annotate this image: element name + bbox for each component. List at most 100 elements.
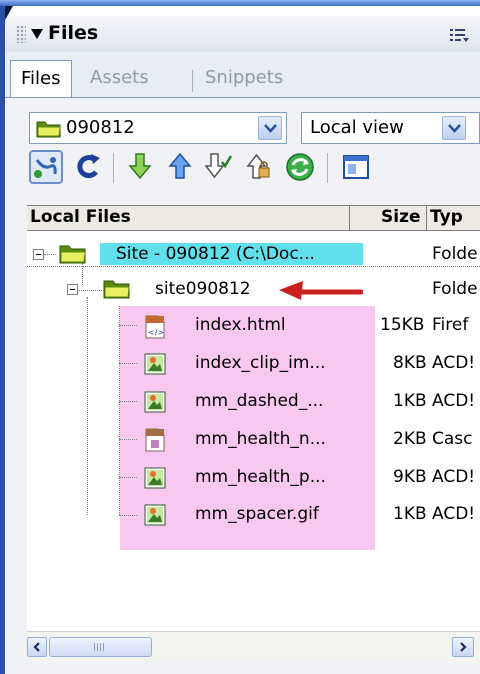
file-size: 2KB xyxy=(393,429,427,449)
collapse-toggle[interactable] xyxy=(67,284,78,295)
check-in-icon xyxy=(246,153,270,179)
image-file-icon xyxy=(144,504,166,526)
collapse-triangle-icon[interactable] xyxy=(31,29,43,39)
grip-icon xyxy=(94,643,104,651)
check-out-button[interactable] xyxy=(201,150,235,184)
file-name[interactable]: mm_health_n... xyxy=(195,429,326,449)
refresh-icon xyxy=(77,154,100,178)
files-panel: Files Files Assets Snippets 090812 Local… xyxy=(0,0,480,674)
put-files-button[interactable] xyxy=(163,150,197,184)
chevron-down-icon xyxy=(448,124,461,133)
file-type: Casc xyxy=(432,429,473,449)
file-type: Firef xyxy=(432,315,469,335)
get-files-button[interactable] xyxy=(123,150,157,184)
file-name[interactable]: Site - 090812 (C:\Doc... xyxy=(116,244,315,264)
column-header-local-files[interactable]: Local Files xyxy=(30,207,131,227)
file-size: 8KB xyxy=(393,353,427,373)
tab-bar: Files Assets Snippets xyxy=(5,52,480,98)
check-out-icon xyxy=(204,153,233,179)
tree-line xyxy=(77,290,102,291)
file-size: 1KB xyxy=(393,391,427,411)
column-divider[interactable] xyxy=(349,206,350,230)
html-file-icon: </> xyxy=(145,315,165,339)
annotation-arrow-icon xyxy=(279,281,363,300)
tree-line xyxy=(87,297,88,515)
tab-snippets[interactable]: Snippets xyxy=(205,60,283,98)
image-file-icon xyxy=(144,391,166,413)
folder-icon xyxy=(103,280,130,299)
expand-icon xyxy=(343,155,369,179)
file-name[interactable]: site090812 xyxy=(155,279,251,299)
chevron-right-icon xyxy=(460,642,467,652)
panel-title: Files xyxy=(48,22,99,44)
expand-button[interactable] xyxy=(339,150,373,184)
put-files-icon xyxy=(168,152,192,179)
file-name[interactable]: mm_dashed_... xyxy=(195,391,323,411)
chevron-down-icon xyxy=(264,124,277,133)
view-dropdown-value: Local view xyxy=(310,117,404,138)
folder-icon xyxy=(59,245,86,264)
panel-top-border xyxy=(0,0,480,6)
file-size: 1KB xyxy=(393,504,427,524)
tree-line xyxy=(119,477,137,478)
tree-line xyxy=(119,325,137,326)
tree-line xyxy=(119,401,137,402)
tree-line xyxy=(44,254,56,255)
tree-line xyxy=(119,306,120,515)
file-name[interactable]: mm_spacer.gif xyxy=(195,504,319,524)
get-files-icon xyxy=(128,153,152,180)
file-name[interactable]: mm_health_p... xyxy=(195,467,326,487)
file-type: ACD! xyxy=(432,353,476,373)
file-list-header: Local Files Size Typ xyxy=(27,205,480,231)
toolbar-separator xyxy=(113,153,114,183)
file-type: Folde xyxy=(432,279,478,299)
check-in-button[interactable] xyxy=(241,150,275,184)
file-type: ACD! xyxy=(432,467,476,487)
panel-options-menu-icon[interactable] xyxy=(449,27,471,43)
column-header-type[interactable]: Typ xyxy=(430,207,463,227)
horizontal-scrollbar[interactable] xyxy=(27,631,480,662)
chevron-left-icon xyxy=(33,642,40,652)
row-divider xyxy=(27,266,480,267)
view-dropdown-arrow-button[interactable] xyxy=(442,116,466,140)
tree-line xyxy=(119,363,137,364)
column-header-size[interactable]: Size xyxy=(381,207,421,227)
synchronize-button[interactable] xyxy=(283,150,317,184)
scroll-right-button[interactable] xyxy=(452,637,474,657)
refresh-button[interactable] xyxy=(71,150,105,184)
image-file-icon xyxy=(144,467,166,489)
scrollbar-thumb[interactable] xyxy=(49,637,152,657)
toolbar-separator xyxy=(327,153,328,183)
view-dropdown[interactable]: Local view xyxy=(301,112,480,144)
svg-text:</>: </> xyxy=(148,328,164,337)
column-divider[interactable] xyxy=(426,206,427,230)
file-size: 15KB xyxy=(380,315,425,335)
css-file-icon xyxy=(145,428,165,452)
file-list[interactable]: Site - 090812 (C:\Doc... Folde site09081… xyxy=(27,231,480,631)
tab-files[interactable]: Files xyxy=(10,60,72,98)
image-file-icon xyxy=(144,353,166,375)
file-size: 9KB xyxy=(393,467,427,487)
scroll-left-button[interactable] xyxy=(27,637,47,657)
site-folder-icon xyxy=(36,121,61,138)
tab-separator xyxy=(192,70,193,92)
files-toolbar xyxy=(29,150,480,188)
connect-button[interactable] xyxy=(29,150,63,184)
connect-icon xyxy=(29,150,63,184)
panel-title-bar[interactable]: Files xyxy=(5,16,480,53)
file-type: Folde xyxy=(432,244,478,264)
site-dropdown-value: 090812 xyxy=(66,117,135,138)
file-name[interactable]: index.html xyxy=(195,315,286,335)
synchronize-icon xyxy=(286,153,314,181)
site-dropdown[interactable]: 090812 xyxy=(29,112,287,144)
tree-line xyxy=(119,439,137,440)
site-dropdown-arrow-button[interactable] xyxy=(258,116,282,140)
panel-corner-marker xyxy=(5,6,13,20)
file-type: ACD! xyxy=(432,504,476,524)
collapse-toggle[interactable] xyxy=(33,249,44,260)
file-type: ACD! xyxy=(432,391,476,411)
tree-line xyxy=(119,515,137,516)
tab-assets[interactable]: Assets xyxy=(90,60,149,98)
panel-grip-handle[interactable] xyxy=(16,25,26,43)
file-name[interactable]: index_clip_im... xyxy=(195,353,326,373)
